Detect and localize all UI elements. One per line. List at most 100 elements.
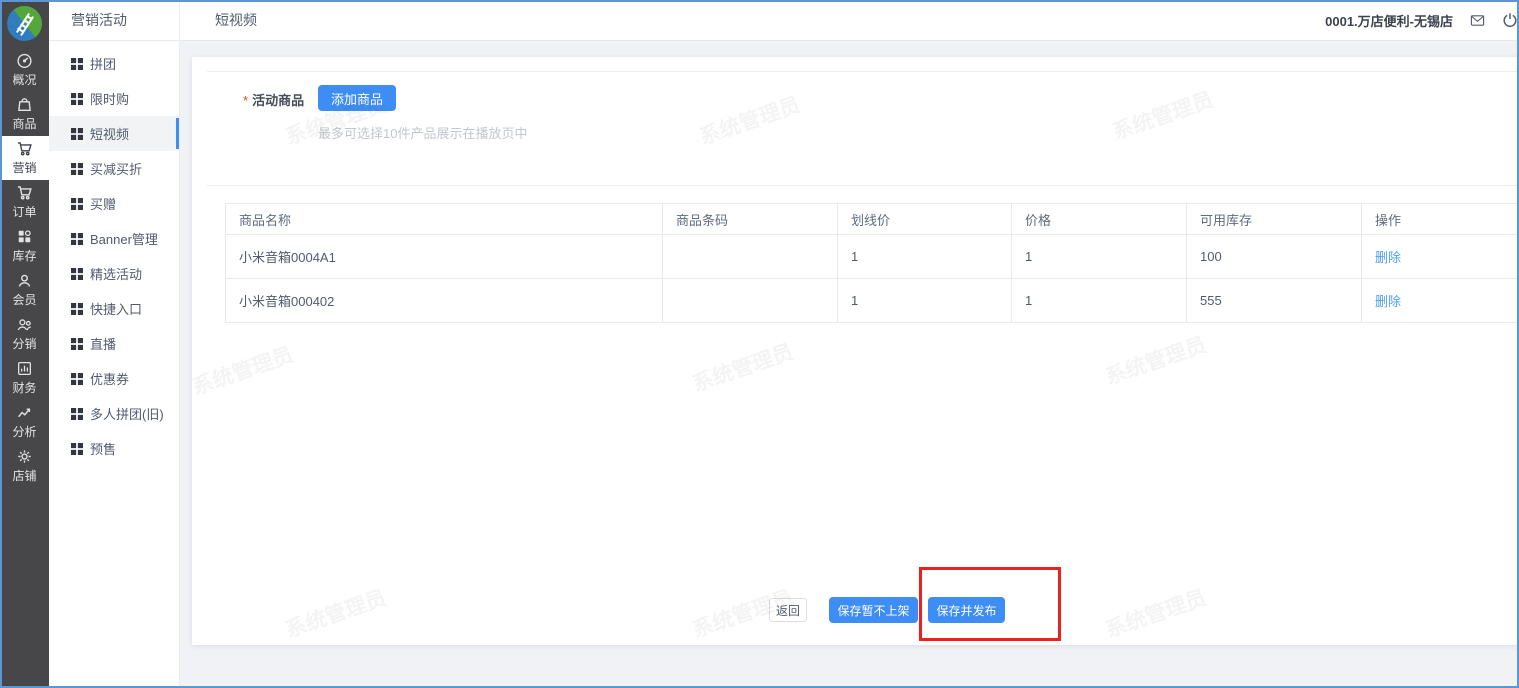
- grid-icon: [71, 372, 83, 385]
- menu-item-flash-sale[interactable]: 限时购: [49, 81, 179, 116]
- order-cart-icon: [16, 184, 33, 201]
- grid-icon: [71, 127, 83, 140]
- menu-item-label: 拼团: [90, 57, 117, 72]
- menu-item-label: 短视频: [90, 127, 130, 142]
- menu-item-label: Banner管理: [90, 232, 158, 247]
- main-area: 短视频 0001.万店便利-无锡店 * 活动商品 添加商品 最多可选择10件产品展…: [180, 0, 1519, 688]
- menu-item-label: 预售: [90, 442, 117, 457]
- divider: [207, 71, 1519, 72]
- cell-price: 1: [1011, 234, 1187, 279]
- col-barcode: 商品条码: [662, 203, 838, 235]
- sidebar-item-finance[interactable]: 财务: [0, 356, 49, 400]
- page-title: 短视频: [215, 12, 257, 28]
- dashboard-icon: [16, 52, 33, 69]
- marketing-cart-icon: [16, 140, 33, 157]
- sidebar-item-goods[interactable]: 商品: [0, 92, 49, 136]
- analysis-icon: [16, 404, 33, 421]
- inventory-icon: [16, 228, 33, 245]
- menu-item-short-video[interactable]: 短视频: [49, 116, 179, 151]
- product-table: 商品名称 商品条码 划线价 价格 可用库存 操作 小米音箱0004A1 1 1 …: [225, 203, 1519, 323]
- menu-item-label: 限时购: [90, 92, 130, 107]
- back-button[interactable]: 返回: [769, 598, 807, 622]
- menu-item-pintuan[interactable]: 拼团: [49, 46, 179, 81]
- menu-item-label: 精选活动: [90, 267, 143, 282]
- delete-link[interactable]: 删除: [1375, 250, 1401, 265]
- sidebar-item-inventory[interactable]: 库存: [0, 224, 49, 268]
- col-actions: 操作: [1361, 203, 1519, 235]
- goods-icon: [16, 96, 33, 113]
- col-price: 价格: [1011, 203, 1187, 235]
- cell-product-name: 小米音箱000402: [225, 278, 663, 323]
- menu-item-label: 直播: [90, 337, 117, 352]
- form-label-text: 活动商品: [252, 93, 305, 108]
- grid-icon: [71, 232, 83, 245]
- save-without-publish-button[interactable]: 保存暂不上架: [829, 597, 918, 623]
- sidebar-item-label: 会员: [12, 293, 37, 307]
- cell-line-price: 1: [837, 234, 1012, 279]
- grid-icon: [71, 92, 83, 105]
- sidebar-item-analysis[interactable]: 分析: [0, 400, 49, 444]
- menu-item-coupon[interactable]: 优惠券: [49, 361, 179, 396]
- primary-sidebar: 概况 商品 营销 订单 库存 会员 分销 财务 分析 店铺: [0, 0, 49, 688]
- form-hint: 最多可选择10件产品展示在播放页中: [318, 126, 528, 141]
- table-row: 小米音箱000402 1 1 555 删除: [225, 278, 1519, 323]
- grid-icon: [71, 407, 83, 420]
- table-header-row: 商品名称 商品条码 划线价 价格 可用库存 操作: [225, 203, 1519, 235]
- header-right: 0001.万店便利-无锡店: [1325, 11, 1517, 30]
- sidebar-item-distribution[interactable]: 分销: [0, 312, 49, 356]
- menu-item-featured[interactable]: 精选活动: [49, 256, 179, 291]
- sidebar-item-label: 财务: [12, 381, 37, 395]
- menu-item-label: 多人拼团(旧): [90, 407, 164, 422]
- member-icon: [16, 272, 33, 289]
- sidebar-item-label: 订单: [12, 205, 37, 219]
- cell-barcode: [662, 278, 838, 323]
- menu-item-label: 优惠券: [90, 372, 130, 387]
- menu-item-buy-gift[interactable]: 买赠: [49, 186, 179, 221]
- sidebar-item-label: 商品: [12, 117, 37, 131]
- menu-item-banner[interactable]: Banner管理: [49, 221, 179, 256]
- sidebar-item-overview[interactable]: 概况: [0, 48, 49, 92]
- sidebar-item-members[interactable]: 会员: [0, 268, 49, 312]
- table-row: 小米音箱0004A1 1 1 100 删除: [225, 234, 1519, 279]
- col-line-price: 划线价: [837, 203, 1012, 235]
- delete-link[interactable]: 删除: [1375, 294, 1401, 309]
- menu-item-label: 买减买折: [90, 162, 143, 177]
- sidebar-item-orders[interactable]: 订单: [0, 180, 49, 224]
- mail-icon[interactable]: [1470, 13, 1485, 28]
- cell-line-price: 1: [837, 278, 1012, 323]
- sidebar-item-label: 概况: [12, 73, 37, 87]
- secondary-sidebar-title: 营销活动: [49, 0, 179, 41]
- shop-gear-icon: [16, 448, 33, 465]
- store-name: 0001.万店便利-无锡店: [1325, 13, 1453, 29]
- secondary-sidebar: 营销活动 拼团 限时购 短视频 买减买折 买赠 Banner管理 精选活动 快捷…: [49, 0, 180, 688]
- distribution-icon: [16, 316, 33, 333]
- divider: [207, 185, 1519, 186]
- grid-icon: [71, 337, 83, 350]
- menu-item-presale[interactable]: 预售: [49, 431, 179, 466]
- cell-price: 1: [1011, 278, 1187, 323]
- menu-item-quick-entry[interactable]: 快捷入口: [49, 291, 179, 326]
- col-product-name: 商品名称: [225, 203, 663, 235]
- grid-icon: [71, 442, 83, 455]
- save-and-publish-button[interactable]: 保存并发布: [928, 597, 1005, 623]
- add-product-button[interactable]: 添加商品: [318, 85, 397, 111]
- menu-item-group-buy-old[interactable]: 多人拼团(旧): [49, 396, 179, 431]
- grid-icon: [71, 302, 83, 315]
- app-logo-icon[interactable]: [6, 5, 43, 42]
- grid-icon: [71, 267, 83, 280]
- top-header: 短视频 0001.万店便利-无锡店: [180, 0, 1519, 41]
- menu-item-live[interactable]: 直播: [49, 326, 179, 361]
- grid-icon: [71, 197, 83, 210]
- cell-stock: 555: [1186, 278, 1362, 323]
- content-card: * 活动商品 添加商品 最多可选择10件产品展示在播放页中 商品名称 商品条码 划…: [192, 57, 1519, 645]
- col-stock: 可用库存: [1186, 203, 1362, 235]
- cell-product-name: 小米音箱0004A1: [225, 234, 663, 279]
- finance-icon: [16, 360, 33, 377]
- content-area: * 活动商品 添加商品 最多可选择10件产品展示在播放页中 商品名称 商品条码 划…: [180, 41, 1519, 688]
- sidebar-item-marketing[interactable]: 营销: [0, 136, 49, 180]
- menu-item-buy-discount[interactable]: 买减买折: [49, 151, 179, 186]
- sidebar-item-shop[interactable]: 店铺: [0, 444, 49, 488]
- power-icon[interactable]: [1502, 12, 1518, 28]
- menu-item-label: 买赠: [90, 197, 117, 212]
- sidebar-item-label: 分销: [12, 337, 37, 351]
